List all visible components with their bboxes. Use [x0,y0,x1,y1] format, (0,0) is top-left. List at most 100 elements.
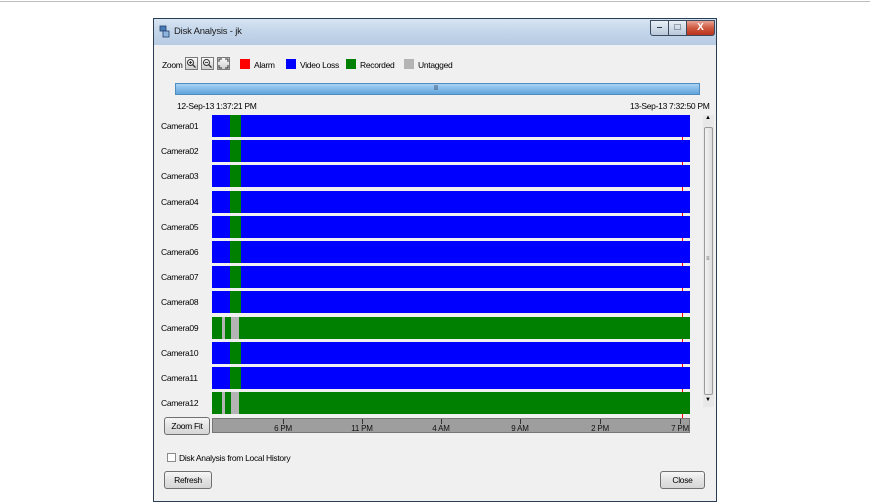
camera-label: Camera01 [161,121,199,131]
legend-swatch-recorded [346,59,356,69]
camera-timeline-row[interactable] [212,367,690,389]
timeline-segment[interactable] [241,266,690,289]
camera-label: Camera02 [161,146,199,157]
timeline-segment[interactable] [212,392,222,415]
legend-swatch-video-loss [286,59,296,69]
app-icon [159,25,171,38]
camera-label: Camera04 [161,196,199,207]
zoom-in-icon [187,59,196,68]
local-history-checkbox[interactable] [167,453,176,462]
range-scrollbar[interactable]: II [175,83,700,95]
minimize-button[interactable]: – [650,20,669,36]
timeline-segment[interactable] [212,367,230,389]
camera-timeline-row[interactable] [212,266,690,289]
axis-tick-label: 4 AM [432,424,450,433]
timeline-segment[interactable] [230,115,241,137]
timeline-segment[interactable] [230,165,241,188]
timeline-segment[interactable] [241,165,690,188]
timeline-segment[interactable] [241,241,690,263]
scroll-grip[interactable]: II [434,85,438,92]
timeline-segment[interactable] [212,266,230,289]
timeline-segment[interactable] [231,392,239,415]
timeline-segment[interactable] [212,291,230,314]
timeline-segment[interactable] [212,140,230,163]
zoom-out-icon [203,59,212,68]
timeline-segment[interactable] [212,165,230,188]
axis-tick-label: 9 AM [511,424,529,433]
zoom-fit-button[interactable]: Zoom Fit [164,417,210,435]
camera-timeline-row[interactable] [212,115,690,137]
disk-analysis-window: Disk Analysis - jk – □ X Zoom Alarm Vide… [153,18,717,502]
camera-timeline-row[interactable] [212,392,690,415]
timeline-segment[interactable] [241,115,690,137]
timeline-segment[interactable] [230,241,241,263]
timeline-segment[interactable] [212,316,222,339]
camera-timeline-row[interactable] [212,190,690,213]
fit-extent-icon [218,58,229,69]
timeline-segment[interactable] [239,316,690,339]
timeline-segment[interactable] [212,341,230,364]
camera-timeline-row[interactable] [212,241,690,263]
scroll-up-icon[interactable]: ▲ [705,115,711,121]
camera-label: Camera03 [161,171,199,182]
minimize-icon: – [656,22,663,33]
range-start-time: 12-Sep-13 1:37:21 PM [177,101,257,111]
axis-tick-label: 6 PM [274,424,292,433]
timeline-segment[interactable] [241,291,690,314]
timeline-segment[interactable] [241,140,690,163]
title-bar[interactable]: Disk Analysis - jk – □ X [154,19,716,45]
timeline-segment[interactable] [241,341,690,364]
axis-tick-label: 7 PM [671,424,689,433]
timeline-segment[interactable] [241,215,690,238]
window-title: Disk Analysis - jk [174,26,242,37]
vertical-scroll-thumb[interactable]: ≡ [704,127,713,395]
timeline-segment[interactable] [230,215,241,238]
close-button[interactable]: Close [660,471,705,489]
maximize-icon: □ [674,22,681,33]
zoom-extent-button[interactable] [217,57,230,70]
timeline-segment[interactable] [212,115,230,137]
camera-timeline-row[interactable] [212,165,690,188]
timeline-segment[interactable] [241,190,690,213]
timeline-segment[interactable] [230,367,241,389]
timeline-segment[interactable] [212,190,230,213]
legend-label-alarm: Alarm [254,60,275,70]
timeline-segment[interactable] [231,316,239,339]
maximize-button[interactable]: □ [668,20,687,36]
camera-timeline-row[interactable] [212,316,690,339]
camera-timeline-row[interactable] [212,215,690,238]
thumb-grip-icon: ≡ [706,256,710,262]
axis-tick-label: 11 PM [351,424,373,433]
timeline-segment[interactable] [230,341,241,364]
timeline-segment[interactable] [239,392,690,415]
legend-label-recorded: Recorded [360,60,395,70]
close-icon: X [697,22,704,33]
camera-timeline-row[interactable] [212,140,690,163]
timeline-segment[interactable] [230,190,241,213]
timeline-segment[interactable] [212,215,230,238]
timeline-segment[interactable] [212,241,230,263]
top-divider [0,1,870,2]
timeline-segment[interactable] [230,140,241,163]
zoom-out-button[interactable] [201,57,214,70]
camera-label: Camera05 [161,221,199,232]
timeline-segment[interactable] [230,266,241,289]
scroll-down-icon[interactable]: ▼ [705,397,711,403]
refresh-button[interactable]: Refresh [164,471,212,489]
timeline-segment[interactable] [241,367,690,389]
camera-label: Camera10 [161,347,199,358]
local-history-label: Disk Analysis from Local History [179,453,291,463]
axis-tick-label: 2 PM [591,424,609,433]
legend-swatch-untagged [404,59,414,69]
camera-label: Camera11 [161,373,198,383]
timeline-segment[interactable] [230,291,241,314]
zoom-in-button[interactable] [185,57,198,70]
vertical-scrollbar[interactable]: ▲ ≡ ▼ [703,115,714,407]
legend-swatch-alarm [240,59,250,69]
range-end-time: 13-Sep-13 7:32:50 PM [630,101,710,111]
camera-label: Camera08 [161,297,199,308]
camera-timeline-row[interactable] [212,291,690,314]
camera-timeline-row[interactable] [212,341,690,364]
zoom-label: Zoom [162,60,183,70]
close-window-button[interactable]: X [686,20,715,36]
